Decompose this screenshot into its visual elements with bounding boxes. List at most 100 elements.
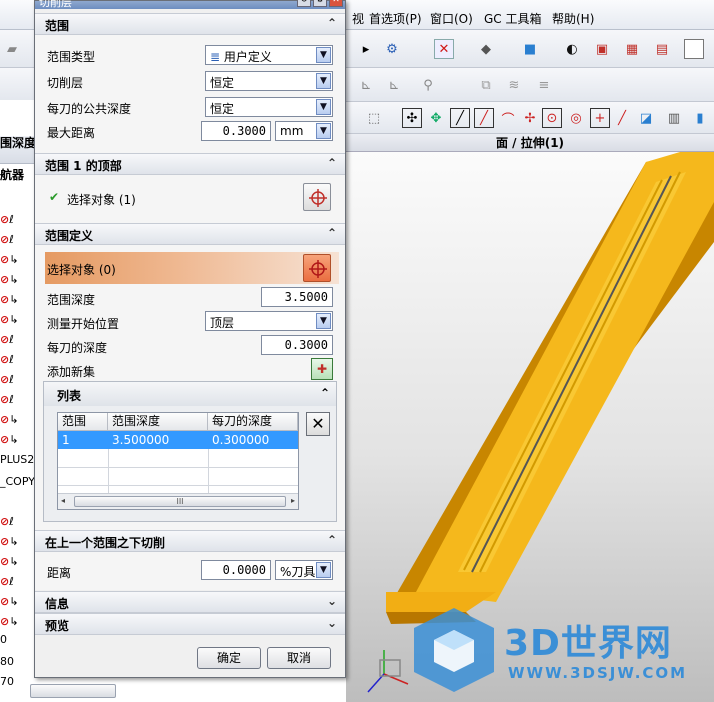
delete-range-button[interactable]: ✕ — [306, 412, 330, 436]
select-object-active-row[interactable]: 选择对象 (0) — [45, 252, 339, 284]
navigator-row[interactable]: ⊘↳ — [0, 430, 36, 450]
navigator-row[interactable]: ⊘↳ — [0, 310, 36, 330]
column-header-range[interactable]: 范围 — [58, 413, 108, 431]
chevron-down-icon[interactable]: ▼ — [316, 99, 331, 115]
cancel-button[interactable]: 取消 — [267, 647, 331, 669]
distance-unit-select[interactable]: %刀具 ▼ — [275, 560, 333, 580]
navigator-row[interactable]: ⊘↳ — [0, 290, 36, 310]
chevron-up-icon[interactable]: ⌃ — [327, 16, 337, 30]
select-object-button-active[interactable] — [303, 254, 331, 282]
stack-icon[interactable]: ≡ — [534, 75, 554, 95]
chevron-up-icon[interactable]: ⌃ — [320, 386, 330, 400]
snap-curve-icon[interactable]: ⌒ — [498, 108, 518, 128]
layers-icon[interactable]: ≋ — [504, 75, 524, 95]
navigator-row[interactable]: ⊘↳ — [0, 270, 36, 290]
section-info-header[interactable]: 信息 ⌄ — [35, 591, 345, 613]
max-distance-input[interactable]: 0.3000 — [201, 121, 271, 141]
navigator-row[interactable]: ⊘↳ — [0, 612, 36, 632]
snap-face-icon[interactable]: ◪ — [636, 108, 656, 128]
folder-icon[interactable]: ▰ — [2, 39, 22, 59]
navigator-row[interactable]: ⊘ℓ — [0, 572, 36, 592]
select-filter-icon[interactable]: ⚙ — [382, 39, 402, 59]
chevron-down-icon[interactable]: ⌄ — [327, 616, 337, 630]
distance-input[interactable]: 0.0000 — [201, 560, 271, 580]
chevron-up-icon[interactable]: ⌃ — [327, 226, 337, 240]
max-distance-unit-select[interactable]: mm ▼ — [275, 121, 333, 141]
shade-icon[interactable]: ◆ — [476, 39, 496, 59]
menu-view[interactable]: 视 — [352, 10, 364, 27]
snap-line-icon[interactable]: ╱ — [450, 108, 470, 128]
menu-window[interactable]: 窗口(O) — [430, 10, 473, 27]
scroll-left-icon[interactable]: ◂ — [61, 496, 65, 505]
snap-points-icon[interactable]: ✣ — [402, 108, 422, 128]
snap-intersection-icon[interactable]: ✢ — [520, 108, 540, 128]
ok-button[interactable]: 确定 — [197, 647, 261, 669]
snap-grid-icon[interactable]: ✥ — [426, 108, 446, 128]
column-header-range-depth[interactable]: 范围深度 — [108, 413, 208, 431]
navigator-row[interactable]: ⊘ℓ — [0, 350, 36, 370]
red-cube-icon[interactable]: ▣ — [592, 39, 612, 59]
section-range-def-header[interactable]: 范围定义 ⌃ — [35, 223, 345, 245]
snap-tangent-icon[interactable]: ╱ — [612, 108, 632, 128]
close-icon[interactable]: ✕ — [329, 0, 343, 7]
blank-view-icon[interactable] — [684, 39, 704, 59]
half-disc-icon[interactable]: ◐ — [562, 39, 582, 59]
section-preview-header[interactable]: 预览 ⌄ — [35, 613, 345, 635]
reset-icon[interactable]: ↻ — [297, 0, 311, 7]
section-cut-below-header[interactable]: 在上一个范围之下切削 ⌃ — [35, 530, 345, 552]
column-header-depth-per-cut[interactable]: 每刀的深度 — [208, 413, 298, 431]
navigator-row[interactable]: ⊘ℓ — [0, 390, 36, 410]
select-box-icon[interactable]: ⬚ — [364, 108, 384, 128]
scroll-right-icon[interactable]: ▸ — [291, 496, 295, 505]
cube-icon[interactable]: ■ — [520, 39, 540, 59]
menu-preferences[interactable]: 首选项(P) — [369, 10, 422, 27]
menu-gc-toolbox[interactable]: GC 工具箱 — [484, 10, 542, 27]
cell-range[interactable]: 1 — [58, 431, 108, 449]
chevron-up-icon[interactable]: ⌃ — [327, 156, 337, 170]
dialog-titlebar[interactable]: 切削层 ↻ ⚙ ✕ — [35, 0, 345, 9]
navigator-row[interactable]: ⊘↳ — [0, 592, 36, 612]
tool-icon[interactable]: ⚲ — [418, 75, 438, 95]
chevron-down-icon[interactable]: ▼ — [316, 313, 331, 329]
wire-cube-icon[interactable]: ▤ — [652, 39, 672, 59]
operation-icon[interactable]: ⊾ — [356, 75, 376, 95]
navigator-row[interactable]: ⊘ℓ — [0, 230, 36, 250]
operation2-icon[interactable]: ⊾ — [384, 75, 404, 95]
chevron-down-icon[interactable]: ▼ — [316, 73, 331, 89]
navigator-row[interactable]: PLUS2 — [0, 450, 36, 470]
navigator-row[interactable]: _COPY — [0, 472, 36, 492]
measure-from-select[interactable]: 顶层 ▼ — [205, 311, 333, 331]
chevron-down-icon[interactable]: ⌄ — [327, 594, 337, 608]
chevron-up-icon[interactable]: ⌃ — [327, 533, 337, 547]
snap-point-icon[interactable]: + — [590, 108, 610, 128]
range-list-header[interactable]: 列表 ⌃ — [44, 382, 336, 406]
generate-icon[interactable]: ⧉ — [476, 75, 496, 95]
navigator-row[interactable]: ⊘ℓ — [0, 330, 36, 350]
common-depth-select[interactable]: 恒定 ▼ — [205, 97, 333, 117]
grid-cube-icon[interactable]: ▦ — [622, 39, 642, 59]
dropdown-arrow-icon[interactable]: ▸ — [356, 39, 376, 59]
navigator-row[interactable]: ⊘ℓ — [0, 370, 36, 390]
navigator-row[interactable]: ⊘↳ — [0, 552, 36, 572]
select-object-button[interactable] — [303, 183, 331, 211]
navigator-row[interactable]: ⊘↳ — [0, 532, 36, 552]
snap-solid-icon[interactable]: ▮ — [690, 108, 710, 128]
chevron-down-icon[interactable]: ▼ — [316, 123, 331, 139]
table-horizontal-scrollbar[interactable]: ◂ III ▸ — [58, 493, 298, 509]
settings-icon[interactable]: ⚙ — [313, 0, 327, 7]
add-new-set-button[interactable]: ✚ — [311, 358, 333, 380]
navigator-row[interactable]: ⊘ℓ — [0, 210, 36, 230]
depth-per-cut-input[interactable]: 0.3000 — [261, 335, 333, 355]
fit-view-icon[interactable]: ✕ — [434, 39, 454, 59]
navigator-row[interactable]: ⊘ℓ — [0, 512, 36, 532]
snap-center-icon[interactable]: ⊙ — [542, 108, 562, 128]
chevron-down-icon[interactable]: ▼ — [316, 562, 331, 578]
cell-depth-per-cut[interactable]: 0.300000 — [208, 431, 298, 449]
section-range-header[interactable]: 范围 ⌃ — [35, 13, 345, 35]
navigator-row[interactable]: ⊘↳ — [0, 250, 36, 270]
navigator-row[interactable]: ⊘↳ — [0, 410, 36, 430]
snap-midpoint-icon[interactable]: ╱ — [474, 108, 494, 128]
snap-quadrant-icon[interactable]: ◎ — [566, 108, 586, 128]
section-range1-top-header[interactable]: 范围 1 的顶部 ⌃ — [35, 153, 345, 175]
cut-layer-select[interactable]: 恒定 ▼ — [205, 71, 333, 91]
